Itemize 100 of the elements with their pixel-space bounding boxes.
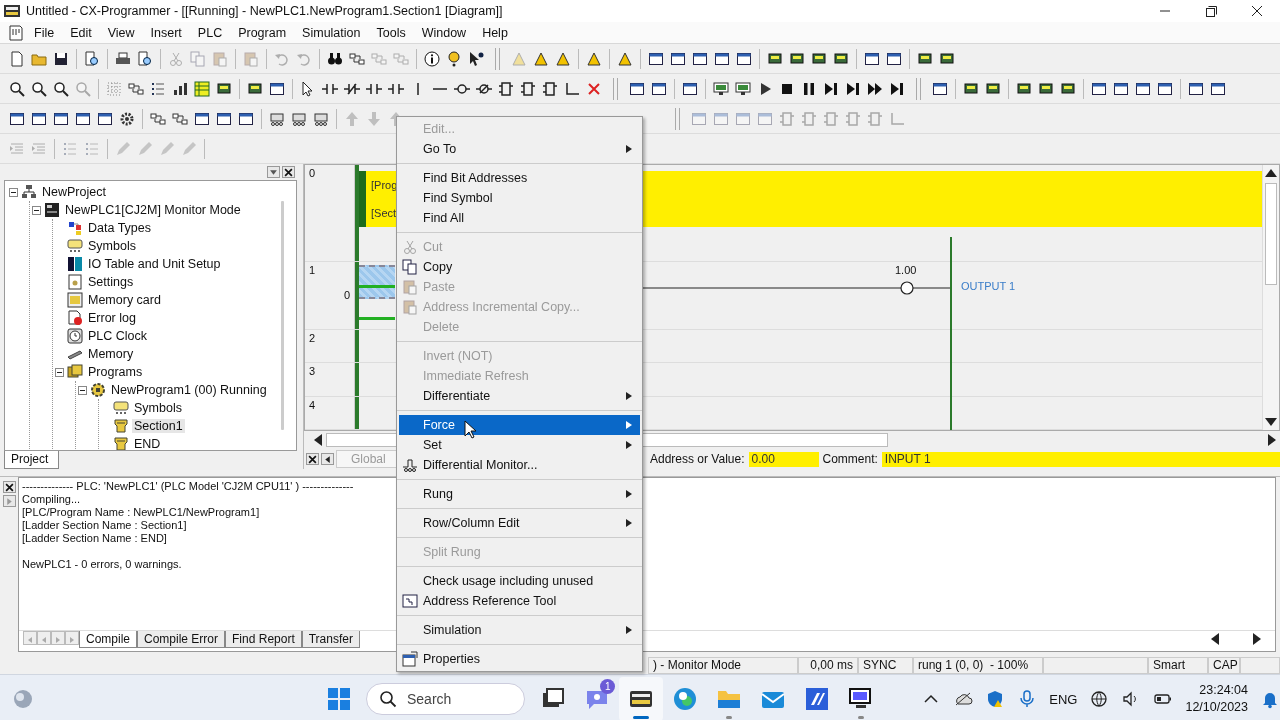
output-tab[interactable]: Find Report [225, 631, 302, 648]
tree-item[interactable]: NewPLC1[CJ2M] Monitor Mode [63, 203, 243, 217]
tree-item[interactable]: Programs [86, 365, 145, 379]
plc-icon [44, 202, 60, 218]
clock-time[interactable]: 23:24:04 [1199, 682, 1248, 699]
data-types-icon [67, 220, 83, 236]
tree-item[interactable]: END [132, 437, 163, 450]
cut-icon [402, 239, 418, 255]
tree-item[interactable]: Settings [86, 275, 136, 289]
menu-item[interactable]: Simulation [296, 25, 367, 40]
output-line: [Ladder Section Name : END] [22, 532, 167, 545]
menu-item[interactable]: Force [399, 415, 640, 435]
menu-item[interactable]: File [28, 25, 61, 40]
collapse-icon[interactable] [55, 367, 64, 377]
browser-icon [672, 686, 699, 712]
menu-item[interactable]: Program [232, 25, 293, 40]
menu-item[interactable]: Check usage including unused [399, 571, 640, 591]
tree-item[interactable]: Section1 [132, 419, 185, 433]
tree-item[interactable]: Error log [86, 311, 138, 325]
status-panel [1240, 657, 1280, 674]
dropdown-button[interactable] [267, 166, 280, 178]
pulse-icon [402, 457, 418, 473]
menu-item[interactable]: Differentiate [399, 386, 640, 406]
clock-icon [67, 328, 83, 344]
settings-icon [67, 274, 83, 290]
right-arrow-icon [4, 496, 14, 506]
menu-item[interactable]: Rung [399, 484, 640, 504]
program-icon [90, 382, 106, 398]
menu-item[interactable]: Help [476, 25, 514, 40]
scrollbar[interactable] [281, 201, 284, 430]
io-module-icon [67, 256, 83, 272]
status-field: SYNC [858, 657, 913, 674]
comment-field[interactable]: INPUT 1 [881, 451, 1280, 467]
menu-item[interactable]: Window [415, 25, 473, 40]
reference-window-icon [402, 593, 418, 609]
menu-item[interactable]: Set [399, 435, 640, 455]
tree-item[interactable]: Symbols [132, 401, 184, 415]
tree-item[interactable]: PLC Clock [86, 329, 150, 343]
paste-icon [402, 279, 418, 295]
search-field[interactable]: Search [366, 683, 526, 715]
globe-icon[interactable] [1089, 689, 1110, 709]
output-line: [PLC/Program Name : NewPLC1/NewProgram1] [22, 506, 260, 519]
tree-item[interactable]: Memory card [86, 293, 163, 307]
collapse-icon[interactable] [78, 385, 87, 395]
studio-app-icon [804, 686, 831, 712]
address-field[interactable]: 0.00 [748, 451, 819, 467]
tab-scroll-button[interactable] [321, 453, 334, 465]
menu-item[interactable]: Tools [370, 25, 412, 40]
section-icon [113, 418, 129, 434]
running-indicator [633, 716, 650, 719]
mouse-cursor-icon [464, 420, 478, 440]
output-line: Compiling... [22, 493, 81, 506]
tree-item[interactable]: Symbols [86, 239, 138, 253]
rung-number: 1 [309, 263, 316, 278]
tree-item[interactable]: Data Types [86, 221, 153, 235]
menu-item[interactable]: Find All [399, 208, 640, 228]
tree-item[interactable]: IO Table and Unit Setup [86, 257, 223, 271]
output-tab[interactable]: Compile Error [137, 631, 226, 648]
menu-item[interactable]: Find Symbol [399, 188, 640, 208]
status-field: rung 1 (0, 0) - 100% [913, 657, 1043, 674]
menu-item[interactable]: Address Reference Tool [399, 591, 640, 611]
menu-item[interactable]: View [101, 25, 141, 40]
clock-date[interactable]: 12/10/2023 [1185, 699, 1248, 716]
network-icon [21, 184, 37, 200]
menu-item[interactable]: Copy [399, 257, 640, 277]
menu-item[interactable]: PLC [191, 25, 229, 40]
output-tab[interactable]: Transfer [301, 631, 360, 648]
menu-item[interactable]: Find Bit Addresses [399, 168, 640, 188]
menu-item[interactable]: Properties [399, 649, 640, 669]
menu-item[interactable]: Edit [64, 25, 98, 40]
status-field: CAP [1208, 657, 1240, 674]
running-indicator [726, 716, 733, 719]
pane-tab[interactable]: Project [4, 451, 60, 469]
close-tab-button[interactable] [306, 453, 319, 465]
left-arrow-icon [323, 454, 332, 464]
output-tab[interactable]: Compile [79, 631, 137, 648]
coil-address: 1.00 [895, 263, 917, 276]
tree-item[interactable]: Memory [86, 347, 136, 361]
collapse-icon[interactable] [9, 187, 18, 197]
rung-number: 2 [309, 331, 316, 346]
tree-item[interactable]: NewProject [40, 185, 108, 199]
document-menu-icon[interactable] [8, 24, 24, 41]
close-pane-button[interactable] [282, 166, 295, 178]
memory-card-icon [67, 292, 83, 308]
menu-item[interactable]: Insert [144, 25, 188, 40]
collapse-icon[interactable] [32, 205, 41, 215]
menu-item[interactable]: Go To [399, 139, 640, 159]
step-number: 0 [343, 289, 350, 302]
taskbar-app[interactable] [619, 677, 664, 720]
menu-item[interactable]: Row/Column Edit [399, 513, 640, 533]
taskbar-app[interactable]: 1 [575, 677, 620, 720]
close-pane-button[interactable] [2, 481, 16, 493]
rung-number: 3 [309, 365, 316, 379]
language-indicator[interactable]: ENG [1049, 691, 1078, 707]
start-icon[interactable] [326, 686, 352, 712]
tree-item[interactable]: NewProgram1 (00) Running [109, 383, 269, 397]
vertical-scrollbar[interactable] [1262, 165, 1279, 430]
search-icon [379, 690, 397, 708]
menu-item[interactable]: Simulation [399, 620, 640, 640]
menu-item[interactable]: Differential Monitor... [399, 455, 640, 475]
